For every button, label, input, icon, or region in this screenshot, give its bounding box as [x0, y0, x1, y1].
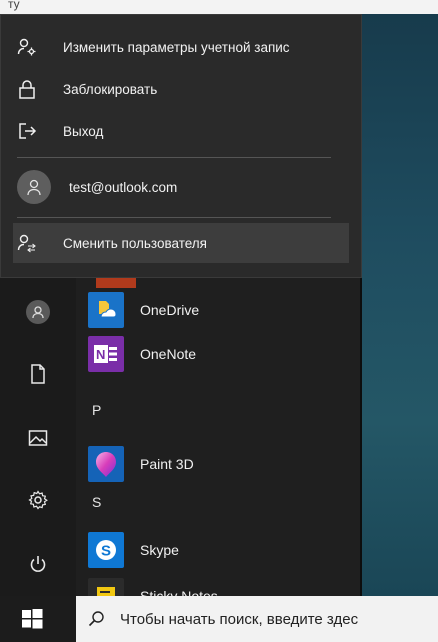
gear-icon — [28, 490, 48, 510]
sign-out-icon — [17, 121, 37, 141]
user-icon — [32, 306, 44, 319]
svg-text:N: N — [96, 347, 105, 362]
rail-account-button[interactable] — [18, 292, 58, 332]
divider — [17, 157, 331, 158]
app-onenote[interactable]: N OneNote — [88, 332, 196, 376]
search-box[interactable]: Чтобы начать поиск, введите здес — [76, 596, 438, 642]
account-item[interactable]: test@outlook.com — [17, 169, 177, 205]
lock-item[interactable]: Заблокировать — [17, 75, 157, 103]
section-letter-p[interactable]: P — [92, 402, 101, 418]
app-label: Skype — [140, 542, 179, 558]
app-paint3d[interactable]: Paint 3D — [88, 442, 194, 486]
flyout-item-label: Сменить пользователя — [63, 235, 207, 251]
app-label: Paint 3D — [140, 456, 194, 472]
app-label: OneDrive — [140, 302, 200, 318]
change-account-settings-item[interactable]: Изменить параметры учетной запис — [17, 33, 290, 61]
picture-icon — [28, 430, 48, 446]
app-skype[interactable]: S Skype — [88, 528, 179, 572]
account-email: test@outlook.com — [69, 179, 178, 195]
rail-pictures-button[interactable] — [18, 418, 58, 458]
search-placeholder: Чтобы начать поиск, введите здес — [120, 610, 359, 628]
app-label: OneNote — [140, 346, 197, 362]
app-onedrive[interactable]: OneDrive — [88, 288, 199, 332]
start-button[interactable] — [20, 607, 44, 631]
switch-user-icon — [17, 233, 37, 253]
app-label: Sticky Notes — [140, 588, 218, 596]
svg-text:S: S — [101, 543, 111, 560]
onedrive-icon — [88, 292, 124, 328]
flyout-item-label: Заблокировать — [63, 81, 158, 97]
search-icon — [88, 611, 104, 627]
section-letter-s[interactable]: S — [92, 494, 101, 510]
taskbar: Чтобы начать поиск, введите здес — [0, 596, 438, 642]
account-flyout: Изменить параметры учетной запис Заблоки… — [0, 14, 362, 278]
rail-documents-button[interactable] — [18, 354, 58, 394]
rail-settings-button[interactable] — [18, 480, 58, 520]
skype-icon: S — [88, 532, 124, 568]
windows-logo-icon — [22, 609, 43, 629]
partial-app-tile — [96, 278, 136, 288]
paint3d-icon — [88, 446, 124, 482]
document-icon — [31, 364, 45, 384]
power-icon — [30, 556, 46, 572]
sign-out-item[interactable]: Выход — [17, 117, 103, 145]
user-icon — [27, 179, 41, 196]
app-sticky-notes[interactable]: Sticky Notes — [88, 574, 218, 596]
top-edge: ту — [0, 0, 438, 14]
rail-power-button[interactable] — [18, 544, 58, 584]
desktop-background — [360, 14, 438, 596]
avatar — [26, 300, 50, 324]
user-gear-icon — [17, 37, 37, 57]
avatar — [17, 170, 51, 204]
lock-icon — [17, 79, 37, 99]
top-text-fragment: ту — [8, 0, 20, 11]
flyout-item-label: Выход — [63, 123, 104, 139]
divider — [17, 217, 331, 218]
switch-user-item[interactable]: Сменить пользователя — [17, 229, 207, 257]
sticky-notes-icon — [88, 578, 124, 596]
flyout-item-label: Изменить параметры учетной запис — [63, 39, 290, 55]
onenote-icon: N — [88, 336, 124, 372]
